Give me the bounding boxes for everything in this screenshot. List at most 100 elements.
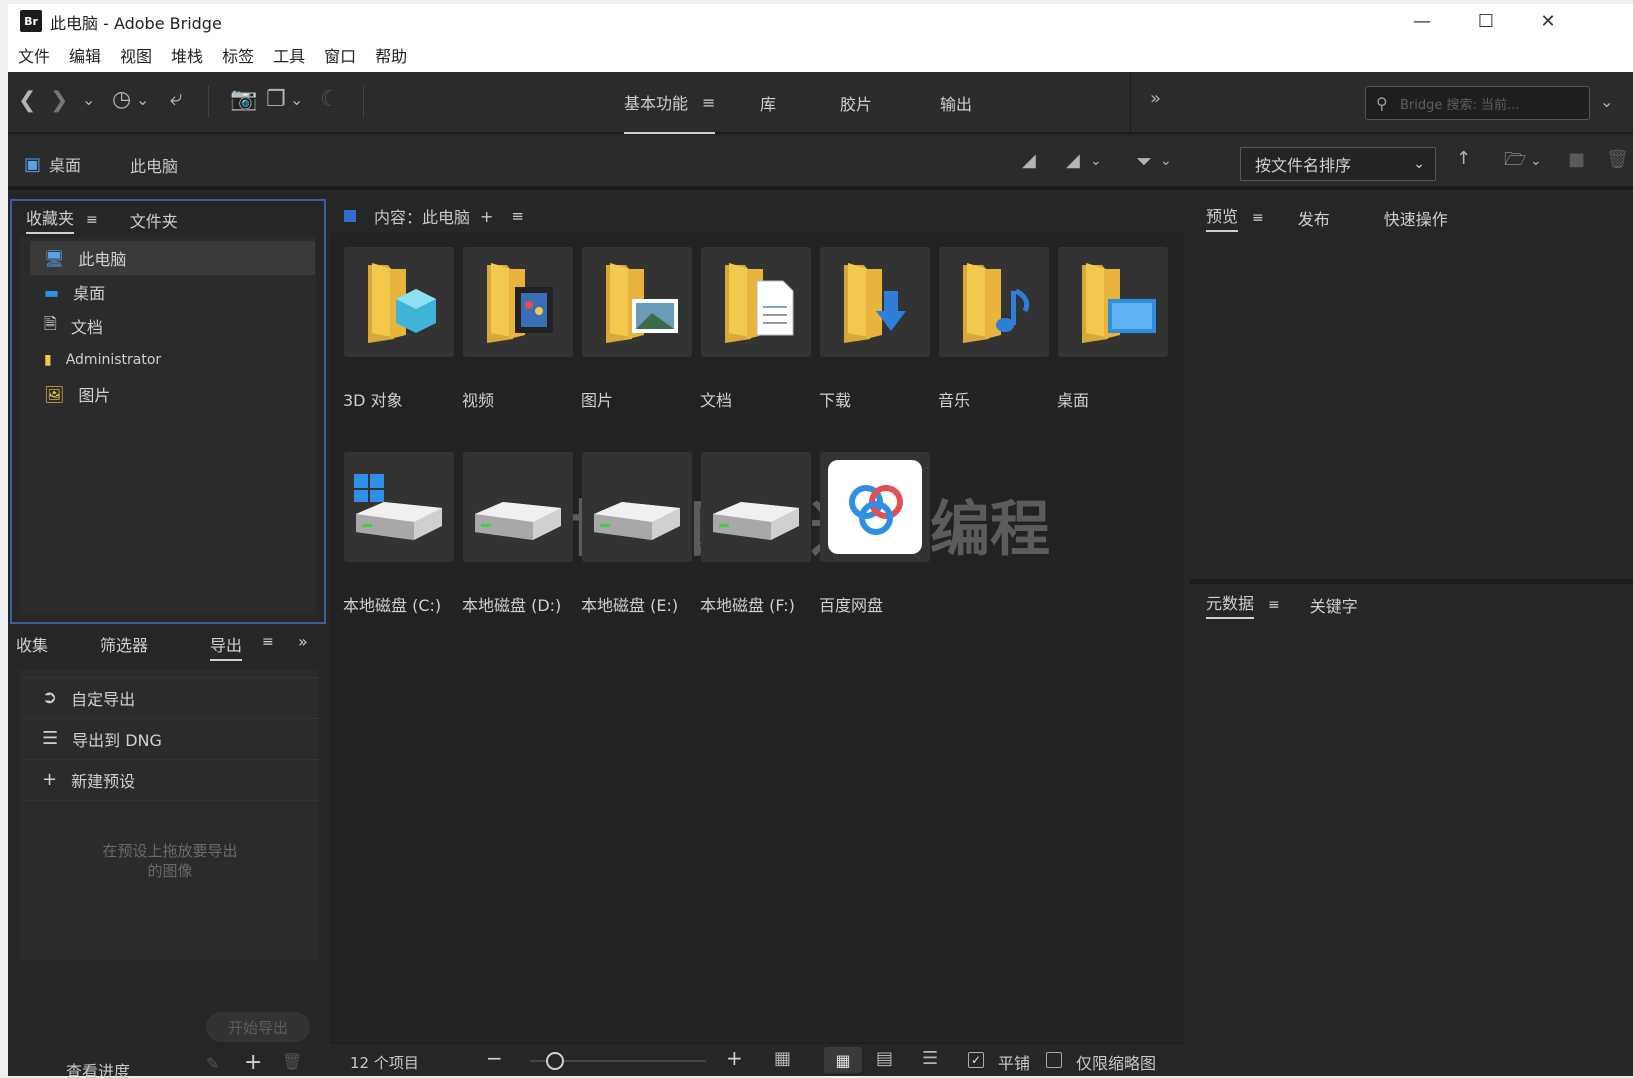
thumbnail-size-slider[interactable] (530, 1051, 706, 1071)
add-icon[interactable]: + (244, 1052, 262, 1074)
open-in-camera-raw-icon[interactable]: ☾ (320, 89, 340, 111)
chevron-down-icon[interactable]: ⌄ (1530, 154, 1542, 168)
workspace-filmstrip[interactable]: 胶片 (840, 72, 872, 134)
menu-lines-icon[interactable]: ≡ (511, 207, 524, 225)
tab-export[interactable]: 导出 (210, 632, 243, 661)
menu-file[interactable]: 文件 (18, 43, 50, 67)
folder-picture-tile[interactable] (582, 247, 692, 357)
workspace-essentials[interactable]: 基本功能 ≡ (624, 72, 716, 134)
tab-metadata[interactable]: 元数据 (1206, 590, 1255, 619)
menu-lines-icon[interactable]: ≡ (702, 93, 715, 112)
drive-3-tile[interactable] (701, 452, 811, 562)
drive-3-label[interactable]: 本地磁盘 (F:) (700, 592, 795, 616)
sort-ascending-icon[interactable]: ↑ (1456, 150, 1471, 168)
rating-filter-icon[interactable]: ◢ (1066, 152, 1080, 170)
more-panels-icon[interactable]: » (298, 632, 308, 651)
menu-window[interactable]: 窗口 (324, 43, 356, 67)
folder-3d-tile[interactable] (344, 247, 454, 357)
more-workspaces-icon[interactable]: » (1150, 90, 1161, 108)
add-tab-icon[interactable]: + (480, 207, 493, 226)
folder-download-label[interactable]: 下载 (819, 387, 851, 411)
menu-view[interactable]: 视图 (120, 43, 152, 67)
fav-item-desktop[interactable]: ▬ 桌面 (30, 275, 315, 309)
workspace-library[interactable]: 库 (760, 72, 776, 134)
folder-video-tile[interactable] (463, 247, 573, 357)
folder-video-label[interactable]: 视频 (462, 387, 494, 411)
folder-download-tile[interactable] (820, 247, 930, 357)
folder-music-tile[interactable] (939, 247, 1049, 357)
open-recent-icon[interactable]: 🗁 (1504, 151, 1526, 169)
drive-2-label[interactable]: 本地磁盘 (E:) (581, 592, 678, 616)
menu-edit[interactable]: 编辑 (69, 43, 101, 67)
grid-lock-icon[interactable]: ▦ (774, 1050, 791, 1068)
refine-icon[interactable]: ❐ (266, 89, 286, 111)
workspace-output[interactable]: 输出 (940, 72, 972, 134)
minimize-icon[interactable]: — (1392, 4, 1452, 38)
search-input[interactable]: ⚲ Bridge 搜索: 当前... (1365, 86, 1590, 120)
breadcrumb-desktop[interactable]: ▣ 桌面 (24, 152, 81, 176)
zoom-out-icon[interactable]: − (486, 1048, 503, 1068)
start-export-button[interactable]: 开始导出 (206, 1012, 310, 1042)
close-icon[interactable]: ✕ (1518, 4, 1578, 38)
drive-2-tile[interactable] (582, 452, 692, 562)
chevron-down-icon[interactable]: ⌄ (82, 92, 95, 108)
return-icon[interactable]: ⤶ (170, 88, 182, 110)
menu-help[interactable]: 帮助 (375, 43, 407, 67)
export-item-new-preset[interactable]: + 新建预设 (22, 759, 322, 799)
fav-item-documents[interactable]: 🗎 文档 (30, 309, 315, 343)
menu-label[interactable]: 标签 (222, 43, 254, 67)
slider-thumb[interactable] (546, 1052, 564, 1070)
fav-item-administrator[interactable]: ▮ Administrator (30, 343, 315, 377)
sort-select[interactable]: 按文件名排序 ⌄ (1240, 147, 1436, 181)
folder-desktop-label[interactable]: 桌面 (1057, 387, 1089, 411)
thumbnails-only-checkbox[interactable] (1046, 1052, 1062, 1068)
delete-icon[interactable]: 🗑 (282, 1054, 302, 1070)
chevron-down-icon[interactable]: ⌄ (1090, 154, 1102, 168)
fav-item-this-pc[interactable]: 🖥 此电脑 (30, 241, 315, 275)
menu-stacks[interactable]: 堆栈 (171, 43, 203, 67)
back-icon[interactable]: ❮ (18, 90, 36, 112)
tab-keywords[interactable]: 关键字 (1310, 593, 1358, 617)
menu-lines-icon[interactable]: ≡ (1268, 597, 1280, 613)
folder-picture-label[interactable]: 图片 (581, 387, 613, 411)
folder-desktop-tile[interactable] (1058, 247, 1168, 357)
filter-icon[interactable]: ⏷ (1136, 151, 1152, 171)
tab-favorites[interactable]: 收藏夹 (26, 205, 75, 234)
folder-music-label[interactable]: 音乐 (938, 387, 970, 411)
tab-collections[interactable]: 收集 (12, 632, 48, 656)
new-folder-icon[interactable]: ■ (1568, 151, 1585, 169)
export-drop-area[interactable]: 在预设上拖放要导出 的图像 (22, 800, 318, 960)
drive-0-label[interactable]: 本地磁盘 (C:) (343, 592, 441, 616)
drive-1-tile[interactable] (463, 452, 573, 562)
fav-item-pictures[interactable]: 🖼 图片 (30, 377, 315, 411)
quality-icon[interactable]: ◢ (1022, 152, 1036, 170)
chevron-down-icon[interactable]: ⌄ (1160, 154, 1172, 168)
camera-import-icon[interactable]: 📷 (230, 89, 257, 111)
delete-icon[interactable]: 🗑 (1606, 151, 1629, 169)
drive-1-label[interactable]: 本地磁盘 (D:) (462, 592, 561, 616)
export-item-custom[interactable]: ➲ 自定导出 (22, 677, 322, 717)
tab-preview[interactable]: 预览 (1206, 203, 1239, 232)
chevron-down-icon[interactable]: ⌄ (136, 92, 149, 108)
thumbnail-view-icon[interactable]: ▦ (824, 1047, 862, 1073)
tab-publish[interactable]: 发布 (1298, 206, 1330, 230)
details-view-icon[interactable]: ▤ (876, 1050, 893, 1068)
export-item-dng[interactable]: ☰ 导出到 DNG (22, 718, 322, 758)
tab-filter[interactable]: 筛选器 (100, 632, 148, 656)
view-progress-link[interactable]: 查看进度 (66, 1058, 130, 1078)
breadcrumb-this-pc[interactable]: 此电脑 (130, 153, 178, 177)
chevron-down-icon[interactable]: ⌄ (290, 92, 303, 108)
folder-doc-label[interactable]: 文档 (700, 387, 732, 411)
tab-folders[interactable]: 文件夹 (130, 208, 178, 232)
menu-lines-icon[interactable]: ≡ (1252, 210, 1264, 226)
maximize-icon[interactable]: ☐ (1456, 4, 1516, 38)
folder-doc-tile[interactable] (701, 247, 811, 357)
menu-lines-icon[interactable]: ≡ (86, 212, 98, 228)
menu-tools[interactable]: 工具 (273, 43, 305, 67)
recent-history-icon[interactable]: ◷ (112, 89, 131, 111)
baidu-netdisk-tile[interactable] (820, 452, 930, 562)
folder-3d-label[interactable]: 3D 对象 (343, 387, 403, 411)
menu-lines-icon[interactable]: ≡ (262, 634, 274, 650)
tile-checkbox[interactable]: ✓ (968, 1052, 984, 1068)
forward-icon[interactable]: ❯ (50, 90, 68, 112)
